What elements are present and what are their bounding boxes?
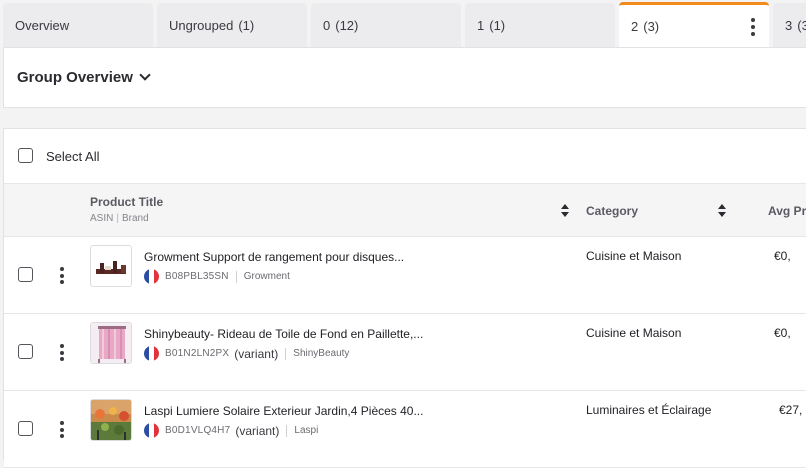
tab-count: (3) — [643, 19, 660, 34]
product-meta: B08PBL35SN Growment — [144, 269, 290, 284]
product-title[interactable]: Shinybeauty- Rideau de Toile de Fond en … — [144, 327, 423, 341]
tab-label: 0 — [323, 17, 331, 33]
tab-group-0[interactable]: 0 (12) — [311, 3, 461, 47]
france-flag-icon — [144, 423, 159, 438]
product-meta: B0D1VLQ4H7 (variant) Laspi — [144, 423, 318, 438]
tab-menu-icon[interactable] — [751, 18, 755, 39]
brand: ShinyBeauty — [293, 348, 350, 359]
tab-label: 1 — [477, 17, 485, 33]
product-table-panel: Select All Product Title ASIN | Brand Cate… — [3, 128, 806, 468]
select-all-checkbox[interactable] — [18, 148, 33, 163]
product-thumbnail — [90, 399, 132, 441]
tab-count: (1) — [489, 17, 506, 33]
tab-label: 3 — [785, 17, 793, 33]
subheader-divider: | — [116, 213, 119, 224]
product-meta: B01N2LN2PX (variant) ShinyBeauty — [144, 346, 349, 361]
column-header-product-title[interactable]: Product Title — [90, 195, 163, 209]
asin[interactable]: B01N2LN2PX — [165, 348, 229, 359]
select-all-bar: Select All — [4, 129, 806, 183]
chevron-down-icon — [139, 69, 151, 81]
row-menu-icon[interactable] — [60, 267, 64, 287]
table-header: Product Title ASIN | Brand Category Avg Pr — [4, 183, 806, 237]
meta-divider — [235, 270, 237, 283]
category: Luminaires et Éclairage — [586, 403, 712, 417]
meta-divider — [285, 347, 287, 360]
group-tabs: Overview Ungrouped (1) 0 (12) 1 (1) 2 (3… — [0, 0, 806, 48]
avg-price: €0, — [774, 326, 791, 340]
france-flag-icon — [144, 269, 159, 284]
column-header-category[interactable]: Category — [586, 204, 638, 218]
product-title[interactable]: Laspi Lumiere Solaire Exterieur Jardin,4… — [144, 404, 423, 418]
table-row[interactable]: Shinybeauty- Rideau de Toile de Fond en … — [4, 314, 806, 391]
tab-group-2[interactable]: 2 (3) — [619, 2, 769, 48]
tab-group-1[interactable]: 1 (1) — [465, 3, 615, 47]
column-subheader: ASIN | Brand — [90, 213, 149, 224]
tab-count: (3 — [797, 17, 806, 33]
tab-ungrouped[interactable]: Ungrouped (1) — [157, 3, 307, 47]
sort-icon[interactable] — [718, 204, 726, 218]
product-title[interactable]: Growment Support de rangement pour disqu… — [144, 250, 404, 264]
row-checkbox[interactable] — [18, 344, 33, 359]
tab-label: 2 — [631, 19, 639, 34]
tab-label: Ungrouped — [169, 17, 234, 33]
tab-overview[interactable]: Overview — [3, 3, 153, 47]
column-header-avg-price[interactable]: Avg Pr — [768, 204, 806, 218]
category: Cuisine et Maison — [586, 249, 682, 263]
france-flag-icon — [144, 346, 159, 361]
category: Cuisine et Maison — [586, 326, 682, 340]
brand: Growment — [243, 271, 290, 282]
tab-label: Overview — [15, 17, 70, 33]
avg-price: €0, — [774, 249, 791, 263]
group-overview-title: Group Overview — [17, 69, 133, 86]
row-checkbox[interactable] — [18, 421, 33, 436]
asin[interactable]: B08PBL35SN — [165, 271, 229, 282]
tab-count: (1) — [238, 17, 255, 33]
tab-count: (12) — [335, 17, 359, 33]
brand: Laspi — [294, 425, 319, 436]
asin-subheader: ASIN — [90, 213, 114, 224]
product-thumbnail — [90, 322, 132, 364]
product-thumbnail — [90, 245, 132, 287]
group-overview-panel: Group Overview — [3, 47, 806, 108]
meta-divider — [286, 424, 288, 437]
avg-price: €27, — [779, 403, 803, 417]
sort-icon[interactable] — [561, 204, 569, 218]
row-menu-icon[interactable] — [60, 421, 64, 441]
variant-label: (variant) — [235, 423, 280, 438]
row-menu-icon[interactable] — [60, 344, 64, 364]
asin[interactable]: B0D1VLQ4H7 — [165, 425, 230, 436]
table-row[interactable]: Growment Support de rangement pour disqu… — [4, 237, 806, 314]
tab-group-3[interactable]: 3 (3 — [773, 3, 806, 47]
row-checkbox[interactable] — [18, 267, 33, 282]
brand-subheader: Brand — [121, 213, 149, 224]
variant-label: (variant) — [234, 346, 279, 361]
select-all-label[interactable]: Select All — [46, 149, 99, 164]
table-row[interactable]: Laspi Lumiere Solaire Exterieur Jardin,4… — [4, 391, 806, 468]
group-overview-toggle[interactable]: Group Overview — [17, 69, 151, 86]
